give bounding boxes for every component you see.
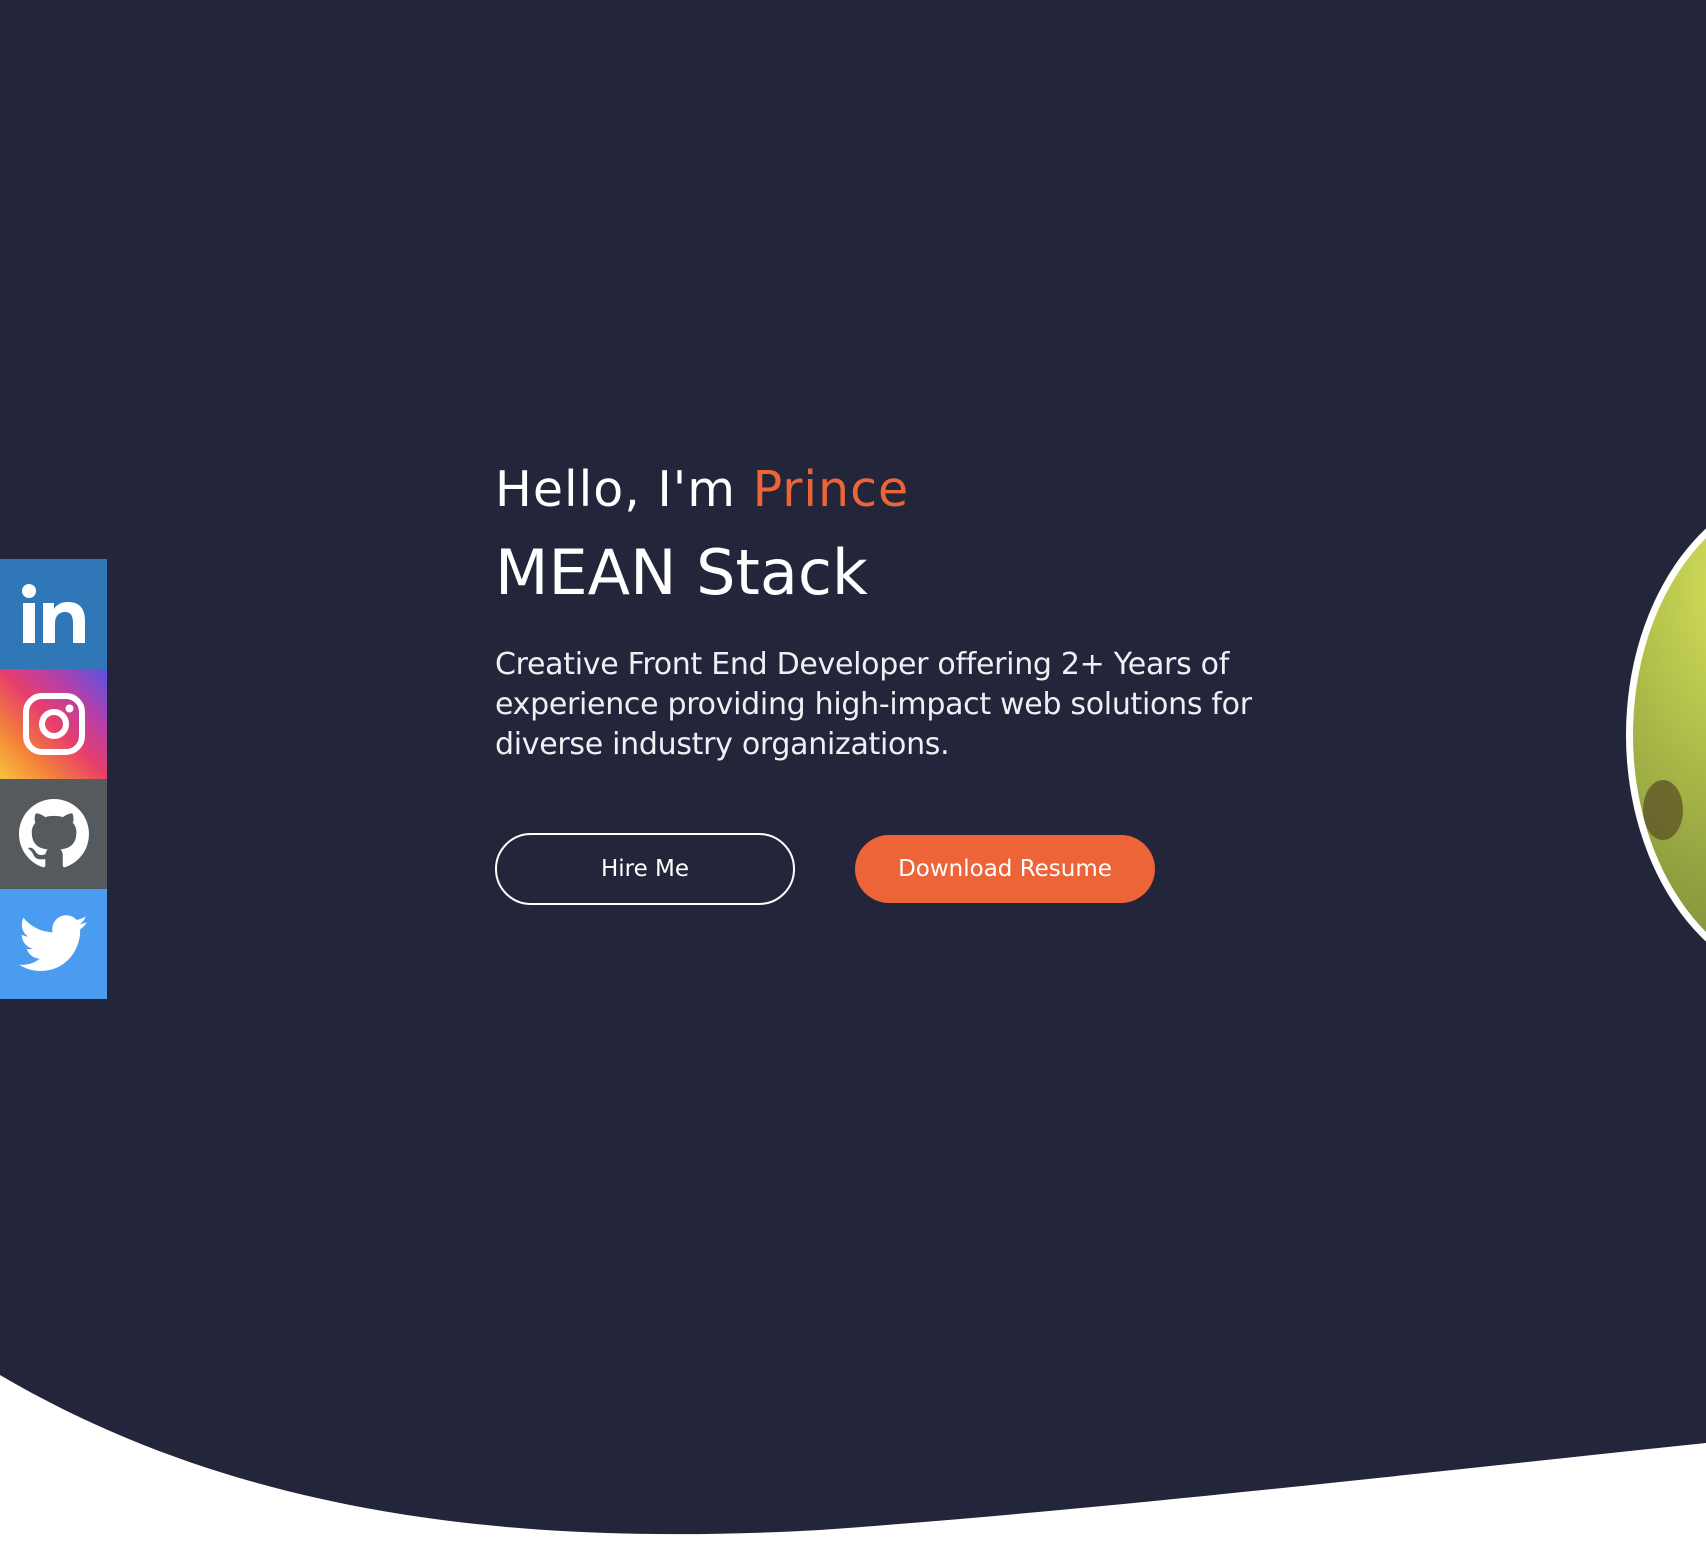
social-github-link[interactable] [0,779,107,889]
hero-content: Hello, I'm Prince MEAN Stack Creative Fr… [495,455,1295,765]
social-sidebar [0,559,107,999]
twitter-icon [18,915,88,971]
profile-photo-detail [1643,780,1683,840]
hero-buttons: Hire Me Download Resume [495,833,1195,905]
social-instagram-link[interactable] [0,669,107,779]
linkedin-icon [21,584,85,643]
role-title: MEAN Stack [495,536,868,609]
github-icon [18,799,89,868]
social-linkedin-link[interactable] [0,559,107,669]
page: Hello, I'm Prince MEAN Stack Creative Fr… [0,0,1706,1545]
hero-background [0,0,1706,1535]
instagram-icon [22,693,85,755]
hire-me-button[interactable]: Hire Me [495,833,795,905]
social-twitter-link[interactable] [0,889,107,999]
greeting-prefix: Hello, I'm [495,461,753,518]
developer-name: Prince [752,461,910,518]
greeting-heading: Hello, I'm Prince [495,455,1295,525]
download-resume-button[interactable]: Download Resume [855,835,1155,903]
hero-description: Creative Front End Developer offering 2+… [495,647,1252,762]
